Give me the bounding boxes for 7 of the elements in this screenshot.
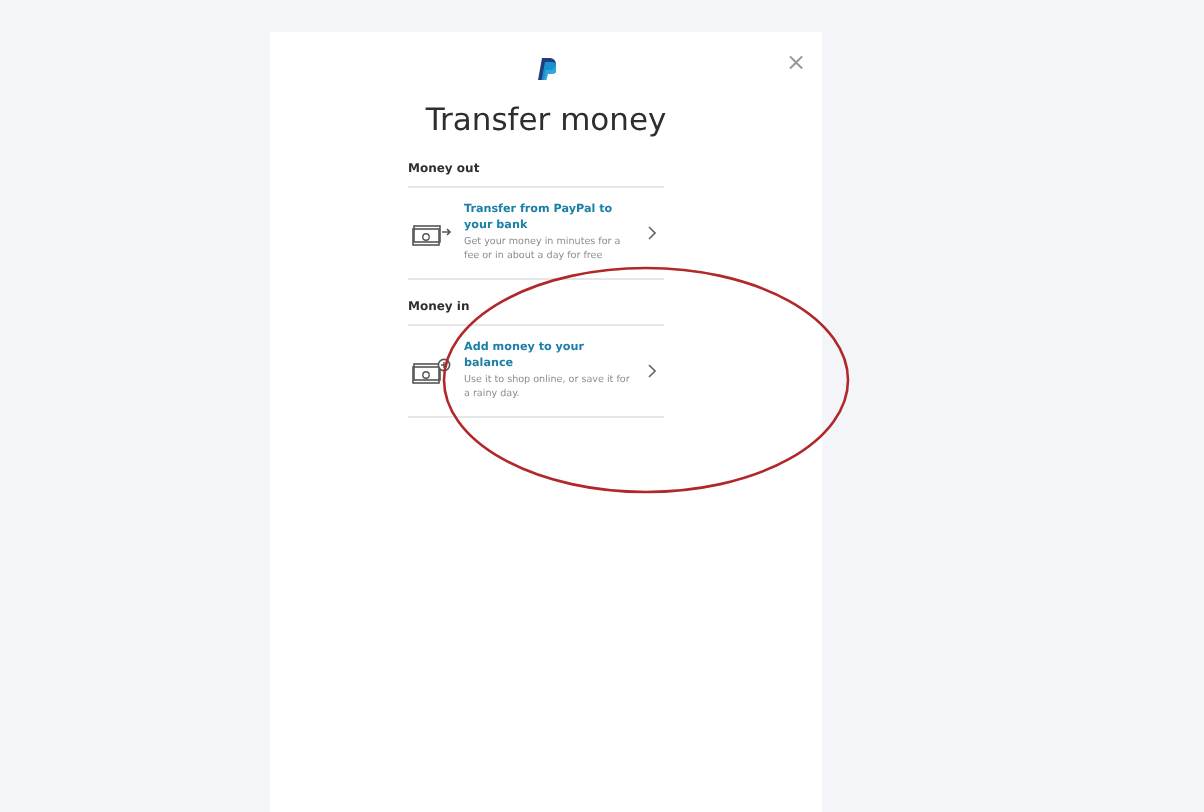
logo-icon	[537, 58, 555, 80]
dialog-title: Transfer money	[425, 102, 667, 138]
close-button[interactable]: ×	[785, 50, 806, 74]
chevron-right-icon	[648, 364, 656, 378]
chevron-right-icon	[648, 226, 656, 240]
banknote-arrow-icon	[412, 221, 452, 245]
banknote-plus-icon	[412, 358, 452, 384]
